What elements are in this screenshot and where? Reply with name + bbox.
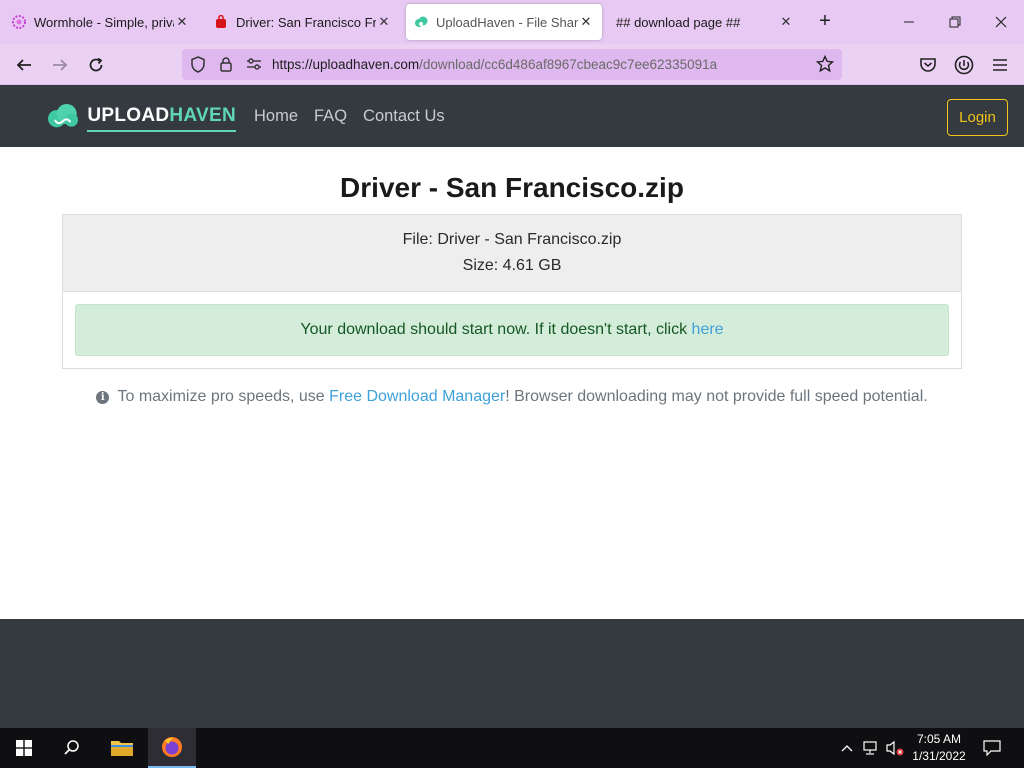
note-text-after: ! Browser downloading may not provide fu… xyxy=(505,388,928,405)
firefox-icon[interactable] xyxy=(148,728,196,768)
cloud-logo-icon xyxy=(48,103,79,128)
browser-tab-strip: Wormhole - Simple, private ✕ Driver: San… xyxy=(0,0,1024,44)
volume-muted-icon[interactable] xyxy=(884,728,906,768)
login-button[interactable]: Login xyxy=(947,99,1008,136)
file-size-text: Size: 4.61 GB xyxy=(462,257,562,274)
uploadhaven-logo[interactable]: UPLOADHAVEN xyxy=(46,94,236,138)
bookmark-star-icon[interactable] xyxy=(816,55,834,73)
close-tab-icon[interactable]: ✕ xyxy=(174,14,190,30)
download-here-link[interactable]: here xyxy=(692,321,724,339)
forward-arrow-icon[interactable] xyxy=(47,52,73,78)
nav-home-link[interactable]: Home xyxy=(254,107,298,126)
tab-title: UploadHaven - File Sharing xyxy=(436,14,578,30)
restore-icon[interactable] xyxy=(932,0,978,44)
download-alert: Your download should start now. If it do… xyxy=(75,304,949,356)
url-text: https://uploadhaven.com/download/cc6d486… xyxy=(272,57,717,72)
chevron-up-icon[interactable] xyxy=(838,728,856,768)
close-window-icon[interactable] xyxy=(978,0,1024,44)
close-tab-icon[interactable]: ✕ xyxy=(578,14,594,30)
site-header: UPLOADHAVEN Home FAQ Contact Us Login xyxy=(0,85,1024,147)
minimize-icon[interactable] xyxy=(886,0,932,44)
file-info-card: File: Driver - San Francisco.zip Size: 4… xyxy=(62,214,962,369)
lock-icon[interactable] xyxy=(219,56,233,73)
download-site-icon xyxy=(216,15,226,28)
windows-taskbar: 7:05 AM 1/31/2022 xyxy=(0,728,1024,768)
file-name-text: File: Driver - San Francisco.zip xyxy=(402,231,622,248)
file-info-header: File: Driver - San Francisco.zip Size: 4… xyxy=(63,215,961,292)
logo-text: UPLOADHAVEN xyxy=(87,105,236,132)
notifications-icon[interactable] xyxy=(980,728,1004,768)
account-icon[interactable] xyxy=(951,52,977,78)
url-path: /download/cc6d486af8967cbeac9c7ee6233509… xyxy=(419,57,718,72)
windows-start-icon[interactable] xyxy=(0,728,48,768)
menu-hamburger-icon[interactable] xyxy=(987,52,1013,78)
search-icon[interactable] xyxy=(48,728,96,768)
page-title: Driver - San Francisco.zip xyxy=(340,172,684,203)
nav-faq-link[interactable]: FAQ xyxy=(314,107,347,126)
shield-icon[interactable] xyxy=(190,56,206,73)
logo-word-haven: HAVEN xyxy=(169,105,236,126)
site-nav: Home FAQ Contact Us xyxy=(254,107,445,126)
tab-wormhole[interactable]: Wormhole - Simple, private ✕ xyxy=(4,4,198,40)
file-explorer-icon[interactable] xyxy=(98,728,146,768)
close-tab-icon[interactable]: ✕ xyxy=(376,14,392,30)
clock-date: 1/31/2022 xyxy=(912,749,966,763)
free-download-manager-link[interactable]: Free Download Manager xyxy=(329,388,505,405)
clock-time: 7:05 AM xyxy=(916,732,962,746)
alert-text: Your download should start now. If it do… xyxy=(300,321,688,338)
new-tab-plus-icon[interactable]: + xyxy=(814,10,836,32)
tab-title: ## download page ## xyxy=(616,14,741,30)
pro-speed-note: i To maximize pro speeds, use Free Downl… xyxy=(0,388,1024,406)
permissions-icon[interactable] xyxy=(246,57,262,71)
back-arrow-icon[interactable] xyxy=(11,52,37,78)
reload-icon[interactable] xyxy=(83,52,109,78)
uploadhaven-icon xyxy=(415,16,428,27)
address-bar[interactable]: https://uploadhaven.com/download/cc6d486… xyxy=(182,49,842,80)
wormhole-icon xyxy=(12,15,26,29)
system-clock[interactable]: 7:05 AM 1/31/2022 xyxy=(904,731,974,765)
pocket-icon[interactable] xyxy=(915,52,941,78)
site-footer xyxy=(0,619,1024,728)
info-circle-icon: i xyxy=(96,391,110,404)
url-host: https://uploadhaven.com xyxy=(272,57,420,72)
logo-word-upload: UPLOAD xyxy=(87,105,170,126)
tab-driver-download[interactable]: Driver: San Francisco Free D ✕ xyxy=(206,4,400,40)
tab-title: Wormhole - Simple, private xyxy=(34,14,174,30)
network-icon[interactable] xyxy=(860,728,882,768)
close-tab-icon[interactable]: ✕ xyxy=(778,14,794,30)
note-text-before: To maximize pro speeds, use xyxy=(117,388,330,405)
nav-contact-link[interactable]: Contact Us xyxy=(363,107,445,126)
tab-title: Driver: San Francisco Free D xyxy=(236,14,376,30)
browser-nav-bar: https://uploadhaven.com/download/cc6d486… xyxy=(0,44,1024,85)
tab-uploadhaven[interactable]: UploadHaven - File Sharing ✕ xyxy=(406,4,602,40)
tab-download-page[interactable]: ## download page ## ✕ xyxy=(608,4,802,40)
